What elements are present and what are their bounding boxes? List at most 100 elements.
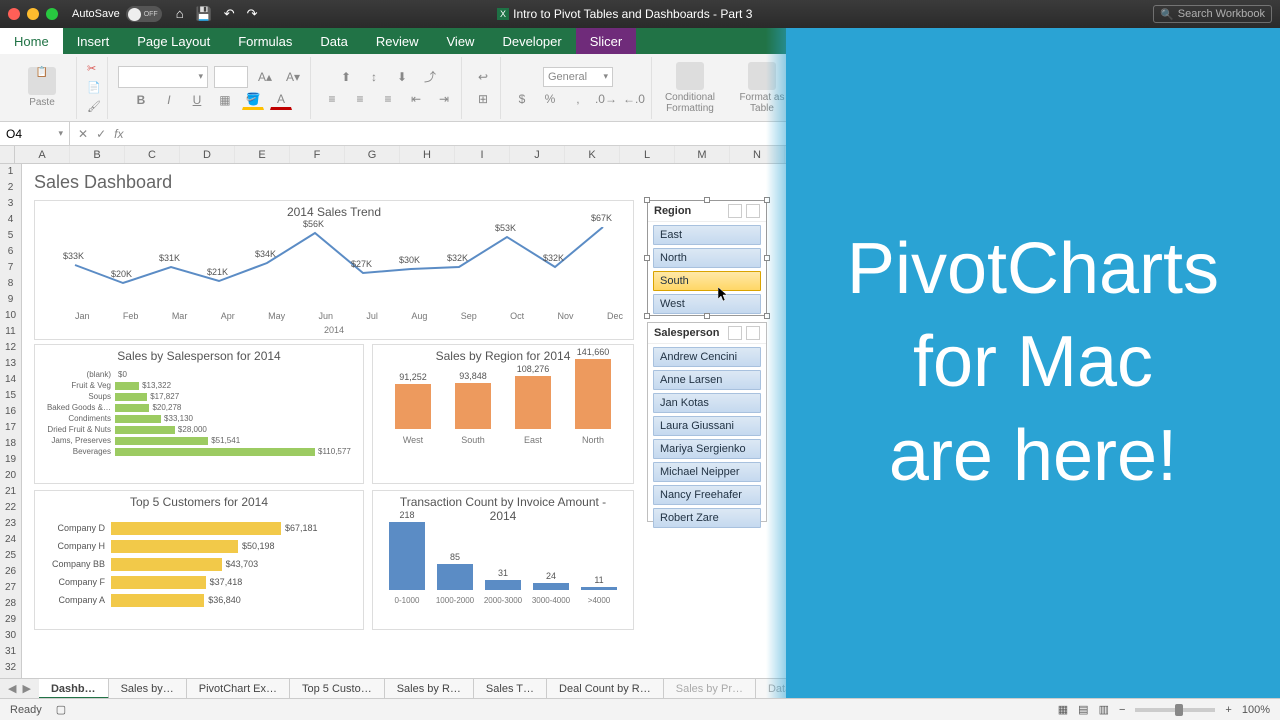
slicer-salesperson-item[interactable]: Nancy Freehafer [653, 485, 761, 505]
cancel-formula-icon[interactable]: ✕ [78, 127, 88, 141]
window-controls [8, 8, 58, 20]
zoom-in-icon[interactable]: + [1225, 704, 1231, 716]
select-all-corner[interactable] [0, 146, 15, 163]
tab-review[interactable]: Review [362, 28, 433, 54]
home-icon[interactable]: ⌂ [176, 6, 184, 22]
slicer-salesperson[interactable]: Salesperson Andrew CenciniAnne LarsenJan… [647, 322, 767, 522]
quick-access-toolbar: ⌂ 💾 ↶ ↷ [176, 6, 258, 22]
redo-icon[interactable]: ↷ [247, 6, 258, 22]
maximize-window[interactable] [46, 8, 58, 20]
tab-insert[interactable]: Insert [63, 28, 124, 54]
slicer-salesperson-item[interactable]: Michael Neipper [653, 462, 761, 482]
tab-home[interactable]: Home [0, 28, 63, 54]
currency-icon[interactable]: $ [511, 89, 533, 109]
next-sheet-icon[interactable]: ▶ [22, 682, 30, 695]
align-middle-icon[interactable]: ↕ [363, 67, 385, 87]
slicer-region[interactable]: Region East North South West [647, 200, 767, 316]
sheet-tab[interactable]: Sales by R… [385, 679, 474, 699]
orientation-icon[interactable]: ⤴ [419, 67, 441, 87]
paste-button[interactable]: 📋 Paste [14, 67, 70, 108]
slicer-region-south[interactable]: South [653, 271, 761, 291]
autosave-toggle[interactable]: AutoSave OFF [72, 6, 162, 22]
multiselect-icon[interactable] [728, 326, 742, 340]
view-break-icon[interactable]: ▥ [1099, 703, 1109, 716]
fx-icon[interactable]: fx [114, 127, 123, 141]
chart-sales-trend[interactable]: 2014 Sales Trend $33K$20K$31K$21K$34K$56… [34, 200, 634, 340]
multiselect-icon[interactable] [728, 204, 742, 218]
sheet-tab[interactable]: Top 5 Custo… [290, 679, 385, 699]
font-select[interactable]: ▾ [118, 66, 208, 88]
format-painter-icon[interactable]: 🖌 [87, 100, 101, 113]
slicer-salesperson-item[interactable]: Andrew Cencini [653, 347, 761, 367]
align-bottom-icon[interactable]: ⬇ [391, 67, 413, 87]
slicer-region-west[interactable]: West [653, 294, 761, 314]
close-window[interactable] [8, 8, 20, 20]
tab-page-layout[interactable]: Page Layout [123, 28, 224, 54]
align-center-icon[interactable]: ≡ [349, 89, 371, 109]
sheet-tab-dashboard[interactable]: Dashb… [39, 679, 109, 699]
clear-filter-icon[interactable] [746, 204, 760, 218]
fill-color-button[interactable]: 🪣 [242, 90, 264, 110]
slicer-region-north[interactable]: North [653, 248, 761, 268]
prev-sheet-icon[interactable]: ◀ [8, 682, 16, 695]
chart-sales-salesperson[interactable]: Sales by Salesperson for 2014 (blank)$0F… [34, 344, 364, 484]
borders-button[interactable]: ▦ [214, 90, 236, 110]
decrease-font-icon[interactable]: A▾ [282, 67, 304, 87]
name-box[interactable]: O4▾ [0, 122, 70, 145]
align-left-icon[interactable]: ≡ [321, 89, 343, 109]
slicer-region-east[interactable]: East [653, 225, 761, 245]
increase-indent-icon[interactable]: ⇥ [433, 89, 455, 109]
status-bar: Ready ▢ ▦ ▤ ▥ − + 100% [0, 698, 1280, 720]
zoom-slider[interactable] [1135, 708, 1215, 712]
comma-icon[interactable]: , [567, 89, 589, 109]
align-right-icon[interactable]: ≡ [377, 89, 399, 109]
view-normal-icon[interactable]: ▦ [1058, 703, 1068, 716]
merge-icon[interactable]: ⊞ [472, 89, 494, 109]
tab-data[interactable]: Data [306, 28, 361, 54]
copy-icon[interactable]: 📄 [87, 81, 101, 94]
sheet-tab[interactable]: Deal Count by R… [547, 679, 664, 699]
view-page-icon[interactable]: ▤ [1078, 703, 1088, 716]
conditional-formatting-button[interactable]: Conditional Formatting [662, 62, 718, 114]
increase-font-icon[interactable]: A▴ [254, 67, 276, 87]
bold-button[interactable]: B [130, 90, 152, 110]
sheet-tab[interactable]: Sales T… [474, 679, 547, 699]
slicer-salesperson-item[interactable]: Laura Giussani [653, 416, 761, 436]
font-size-select[interactable] [214, 66, 248, 88]
clear-filter-icon[interactable] [746, 326, 760, 340]
sheet-tab[interactable]: Sales by… [109, 679, 187, 699]
search-input[interactable]: 🔍 Search Workbook [1153, 5, 1272, 23]
titlebar: AutoSave OFF ⌂ 💾 ↶ ↷ X Intro to Pivot Ta… [0, 0, 1280, 28]
slicer-salesperson-item[interactable]: Jan Kotas [653, 393, 761, 413]
slicer-salesperson-item[interactable]: Anne Larsen [653, 370, 761, 390]
tab-formulas[interactable]: Formulas [224, 28, 306, 54]
chart-sales-region[interactable]: Sales by Region for 2014 91,252West93,84… [372, 344, 634, 484]
enter-formula-icon[interactable]: ✓ [96, 127, 106, 141]
wrap-text-icon[interactable]: ↩ [472, 67, 494, 87]
align-top-icon[interactable]: ⬆ [335, 67, 357, 87]
slicer-salesperson-item[interactable]: Robert Zare [653, 508, 761, 528]
undo-icon[interactable]: ↶ [224, 6, 235, 22]
save-icon[interactable]: 💾 [196, 6, 212, 22]
tab-developer[interactable]: Developer [488, 28, 575, 54]
decrease-decimal-icon[interactable]: ←.0 [623, 89, 645, 109]
zoom-out-icon[interactable]: − [1119, 704, 1125, 716]
slicer-salesperson-item[interactable]: Mariya Sergienko [653, 439, 761, 459]
sheet-tab[interactable]: PivotChart Ex… [187, 679, 290, 699]
cut-icon[interactable]: ✂ [87, 62, 101, 75]
percent-icon[interactable]: % [539, 89, 561, 109]
sheet-tab[interactable]: Sales by Pr… [664, 679, 756, 699]
macro-record-icon[interactable]: ▢ [56, 703, 66, 716]
tab-view[interactable]: View [433, 28, 489, 54]
minimize-window[interactable] [27, 8, 39, 20]
number-format-select[interactable]: General▾ [543, 67, 613, 87]
font-color-button[interactable]: A [270, 90, 292, 110]
paste-icon: 📋 [28, 67, 56, 95]
decrease-indent-icon[interactable]: ⇤ [405, 89, 427, 109]
increase-decimal-icon[interactable]: .0→ [595, 89, 617, 109]
chart-top-customers[interactable]: Top 5 Customers for 2014 Company D$67,18… [34, 490, 364, 630]
italic-button[interactable]: I [158, 90, 180, 110]
underline-button[interactable]: U [186, 90, 208, 110]
chart-transaction-count[interactable]: Transaction Count by Invoice Amount - 20… [372, 490, 634, 630]
tab-slicer[interactable]: Slicer [576, 28, 637, 54]
